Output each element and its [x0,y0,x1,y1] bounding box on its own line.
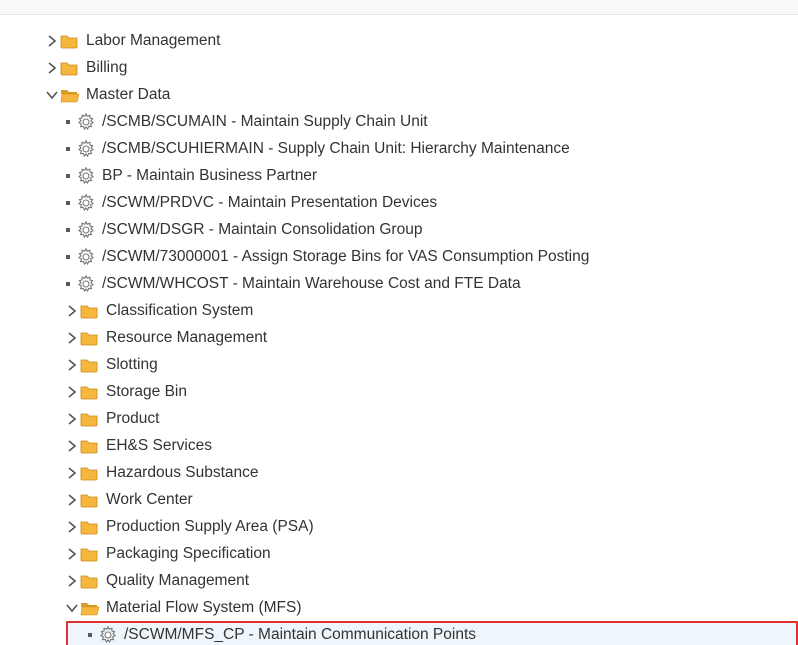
expand-icon[interactable] [64,438,80,454]
tree-node-master-data[interactable]: Master Data [0,81,798,108]
tree-leaf-label: BP - Maintain Business Partner [102,167,317,185]
tree-leaf-scuhiermain[interactable]: /SCMB/SCUHIERMAIN - Supply Chain Unit: H… [0,135,798,162]
folder-icon [80,438,100,454]
tree-node-label: Resource Management [106,329,267,347]
tree-leaf-label: /SCWM/73000001 - Assign Storage Bins for… [102,248,589,266]
navigation-tree: Labor Management Billing Master Data /SC… [0,15,798,645]
tree-node-label: Hazardous Substance [106,464,259,482]
tree-node-label: Material Flow System (MFS) [106,599,302,617]
tree-leaf-label: /SCMB/SCUMAIN - Maintain Supply Chain Un… [102,113,428,131]
gear-icon [76,275,96,293]
tree-leaf-bp[interactable]: BP - Maintain Business Partner [0,162,798,189]
tree-node-label: Labor Management [86,32,220,50]
gear-icon [76,167,96,185]
tree-node-psa[interactable]: Production Supply Area (PSA) [0,513,798,540]
expand-icon[interactable] [64,519,80,535]
tree-node-work-center[interactable]: Work Center [0,486,798,513]
tree-node-pack-spec[interactable]: Packaging Specification [0,540,798,567]
gear-icon [76,140,96,158]
bullet-icon [60,222,76,238]
tree-node-hazmat[interactable]: Hazardous Substance [0,459,798,486]
collapse-icon[interactable] [64,600,80,616]
tree-node-label: Billing [86,59,127,77]
tree-node-classification[interactable]: Classification System [0,297,798,324]
tree-leaf-dsgr[interactable]: /SCWM/DSGR - Maintain Consolidation Grou… [0,216,798,243]
expand-icon[interactable] [64,411,80,427]
folder-icon [80,519,100,535]
tree-node-label: Master Data [86,86,170,104]
gear-icon [76,248,96,266]
folder-icon [80,330,100,346]
gear-icon [76,113,96,131]
tree-node-label: Product [106,410,159,428]
folder-icon [80,573,100,589]
gear-icon [76,221,96,239]
tree-leaf-label: /SCWM/MFS_CP - Maintain Communication Po… [124,626,476,644]
folder-open-icon [60,87,80,103]
collapse-icon[interactable] [44,87,60,103]
tree-node-label: Quality Management [106,572,249,590]
folder-icon [80,303,100,319]
tree-node-labor-management[interactable]: Labor Management [0,27,798,54]
folder-icon [80,384,100,400]
folder-icon [60,33,80,49]
folder-icon [80,465,100,481]
expand-icon[interactable] [64,546,80,562]
expand-icon[interactable] [64,330,80,346]
tree-node-product[interactable]: Product [0,405,798,432]
bullet-icon [60,141,76,157]
folder-open-icon [80,600,100,616]
folder-icon [60,60,80,76]
bullet-icon [60,276,76,292]
tree-leaf-label: /SCWM/WHCOST - Maintain Warehouse Cost a… [102,275,521,293]
tree-node-slotting[interactable]: Slotting [0,351,798,378]
tree-node-label: Production Supply Area (PSA) [106,518,314,536]
tree-node-label: EH&S Services [106,437,212,455]
tree-leaf-vas[interactable]: /SCWM/73000001 - Assign Storage Bins for… [0,243,798,270]
expand-icon[interactable] [64,357,80,373]
bullet-icon [60,114,76,130]
bullet-icon [60,249,76,265]
tree-leaf-scumain[interactable]: /SCMB/SCUMAIN - Maintain Supply Chain Un… [0,108,798,135]
tree-leaf-mfs-cp[interactable]: /SCWM/MFS_CP - Maintain Communication Po… [66,621,798,645]
expand-icon[interactable] [44,33,60,49]
folder-icon [80,492,100,508]
tree-leaf-label: /SCMB/SCUHIERMAIN - Supply Chain Unit: H… [102,140,570,158]
tree-leaf-prdvc[interactable]: /SCWM/PRDVC - Maintain Presentation Devi… [0,189,798,216]
folder-icon [80,411,100,427]
bullet-icon [60,168,76,184]
tree-node-label: Classification System [106,302,253,320]
expand-icon[interactable] [64,492,80,508]
tree-node-qm[interactable]: Quality Management [0,567,798,594]
tree-node-mfs[interactable]: Material Flow System (MFS) [0,594,798,621]
tree-leaf-label: /SCWM/PRDVC - Maintain Presentation Devi… [102,194,437,212]
tree-leaf-whcost[interactable]: /SCWM/WHCOST - Maintain Warehouse Cost a… [0,270,798,297]
tree-node-ehs[interactable]: EH&S Services [0,432,798,459]
gear-icon [98,626,118,644]
bullet-icon [82,627,98,643]
tree-node-resource[interactable]: Resource Management [0,324,798,351]
toolbar [0,0,798,15]
folder-icon [80,546,100,562]
tree-node-label: Storage Bin [106,383,187,401]
expand-icon[interactable] [44,60,60,76]
tree-node-storage-bin[interactable]: Storage Bin [0,378,798,405]
bullet-icon [60,195,76,211]
expand-icon[interactable] [64,384,80,400]
tree-node-label: Work Center [106,491,193,509]
tree-node-label: Slotting [106,356,158,374]
folder-icon [80,357,100,373]
tree-leaf-label: /SCWM/DSGR - Maintain Consolidation Grou… [102,221,422,239]
gear-icon [76,194,96,212]
expand-icon[interactable] [64,303,80,319]
tree-node-billing[interactable]: Billing [0,54,798,81]
expand-icon[interactable] [64,465,80,481]
expand-icon[interactable] [64,573,80,589]
tree-node-label: Packaging Specification [106,545,271,563]
